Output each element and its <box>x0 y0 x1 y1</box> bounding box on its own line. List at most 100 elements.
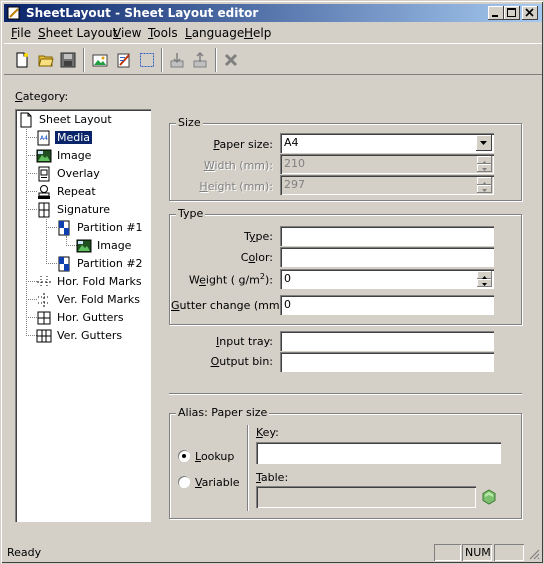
import-icon <box>170 53 184 68</box>
maximize-icon <box>507 8 516 17</box>
minimize-button[interactable] <box>488 6 504 20</box>
image-icon <box>92 54 108 67</box>
spin-down-icon <box>482 189 487 192</box>
image-button[interactable] <box>90 50 110 70</box>
menu-language[interactable]: Language <box>185 26 244 40</box>
gutter-change-label: Gutter change (mm): <box>171 299 288 312</box>
toolbar <box>4 43 542 75</box>
weight-field[interactable]: 0 <box>280 269 494 289</box>
export-icon <box>193 52 207 68</box>
variable-label[interactable]: Variable <box>195 476 240 489</box>
save-icon <box>60 52 76 68</box>
spin-up-button[interactable] <box>477 271 492 279</box>
app-icon <box>7 6 20 20</box>
main-window: SheetLayout - Sheet Layout editor File S… <box>0 0 544 564</box>
lookup-label[interactable]: Lookup <box>195 450 234 463</box>
image-icon <box>36 149 52 163</box>
category-tree[interactable]: Sheet Layout A4 Media Image Overlay Repe… <box>15 109 151 522</box>
delete-button[interactable] <box>221 50 241 70</box>
weight-spinner[interactable] <box>477 271 492 287</box>
height-spinner[interactable] <box>477 177 492 193</box>
image-icon <box>76 239 92 253</box>
type-field[interactable] <box>280 226 494 246</box>
key-field[interactable] <box>256 442 501 464</box>
toolbar-separator <box>215 48 217 72</box>
spin-down-button[interactable] <box>477 164 492 172</box>
fold-marks-icon <box>37 276 51 288</box>
new-button[interactable] <box>12 50 32 70</box>
status-bar: Ready NUM <box>4 542 542 562</box>
type-label: Type: <box>244 230 273 243</box>
overlay-icon <box>38 166 50 182</box>
partition-icon <box>58 256 70 272</box>
color-field[interactable] <box>280 247 494 267</box>
spin-up-button[interactable] <box>477 156 492 164</box>
spin-up-button[interactable] <box>477 177 492 185</box>
paper-size-select[interactable]: A4 <box>280 133 494 153</box>
status-panel <box>434 544 461 561</box>
delete-icon <box>224 53 238 67</box>
tree-line <box>46 219 47 264</box>
page-icon <box>20 112 32 128</box>
menu-bar: File Sheet Layout View Tools Language He… <box>4 23 542 42</box>
resize-grip-icon[interactable] <box>528 548 540 560</box>
save-button[interactable] <box>58 50 78 70</box>
status-panel <box>494 544 524 561</box>
maximize-button[interactable] <box>504 6 520 20</box>
input-tray-label: Input tray: <box>216 335 273 348</box>
height-field[interactable]: 297 <box>280 175 494 195</box>
select-button[interactable] <box>137 50 157 70</box>
new-icon <box>16 52 28 68</box>
spin-down-button[interactable] <box>477 185 492 193</box>
height-label: Height (mm): <box>199 180 273 193</box>
menu-help[interactable]: Help <box>244 26 271 40</box>
input-tray-field[interactable] <box>280 331 494 351</box>
gutter-change-field[interactable]: 0 <box>280 295 494 315</box>
open-button[interactable] <box>36 50 56 70</box>
category-label: Category: <box>15 90 69 103</box>
output-bin-field[interactable] <box>280 352 494 372</box>
gutters-icon <box>37 311 51 325</box>
width-field[interactable]: 210 <box>280 154 494 174</box>
width-spinner[interactable] <box>477 156 492 172</box>
fold-marks-icon <box>38 293 50 307</box>
edit-button[interactable] <box>114 50 134 70</box>
menu-view[interactable]: View <box>113 26 141 40</box>
paper-size-label: Paper size: <box>213 138 273 151</box>
table-label: Table: <box>256 471 289 484</box>
import-button[interactable] <box>167 50 187 70</box>
spin-down-icon <box>482 283 487 286</box>
menu-tools[interactable]: Tools <box>148 26 178 40</box>
divider <box>169 393 522 395</box>
spin-down-icon <box>482 168 487 171</box>
open-icon <box>38 55 54 67</box>
menu-file[interactable]: File <box>11 26 31 40</box>
lookup-radio[interactable] <box>178 450 190 462</box>
hexagon-icon[interactable] <box>481 489 497 505</box>
width-label: Width (mm): <box>203 159 273 172</box>
chevron-down-icon <box>480 141 487 145</box>
close-button[interactable] <box>522 6 538 20</box>
edit-icon <box>117 53 130 68</box>
weight-label: Weight ( g/m2): <box>188 272 273 287</box>
size-group-title: Size <box>176 116 203 129</box>
alias-group-title: Alias: Paper size <box>176 406 270 419</box>
status-text: Ready <box>7 546 42 559</box>
toolbar-separator <box>83 48 85 72</box>
toolbar-separator <box>161 48 163 72</box>
export-button[interactable] <box>190 50 210 70</box>
signature-icon <box>38 202 50 218</box>
tree-line <box>26 129 27 336</box>
window-title: SheetLayout - Sheet Layout editor <box>26 6 259 20</box>
alias-divider <box>247 425 249 511</box>
minimize-icon <box>492 15 498 17</box>
menu-sheet-layout[interactable]: Sheet Layout <box>38 26 117 40</box>
color-label: Color: <box>240 251 273 264</box>
partition-icon <box>58 220 70 236</box>
dropdown-button[interactable] <box>476 135 492 151</box>
variable-radio[interactable] <box>178 476 190 488</box>
gutters-icon <box>36 329 52 343</box>
table-field[interactable] <box>256 486 476 508</box>
title-bar[interactable]: SheetLayout - Sheet Layout editor <box>4 4 542 22</box>
spin-down-button[interactable] <box>477 279 492 287</box>
